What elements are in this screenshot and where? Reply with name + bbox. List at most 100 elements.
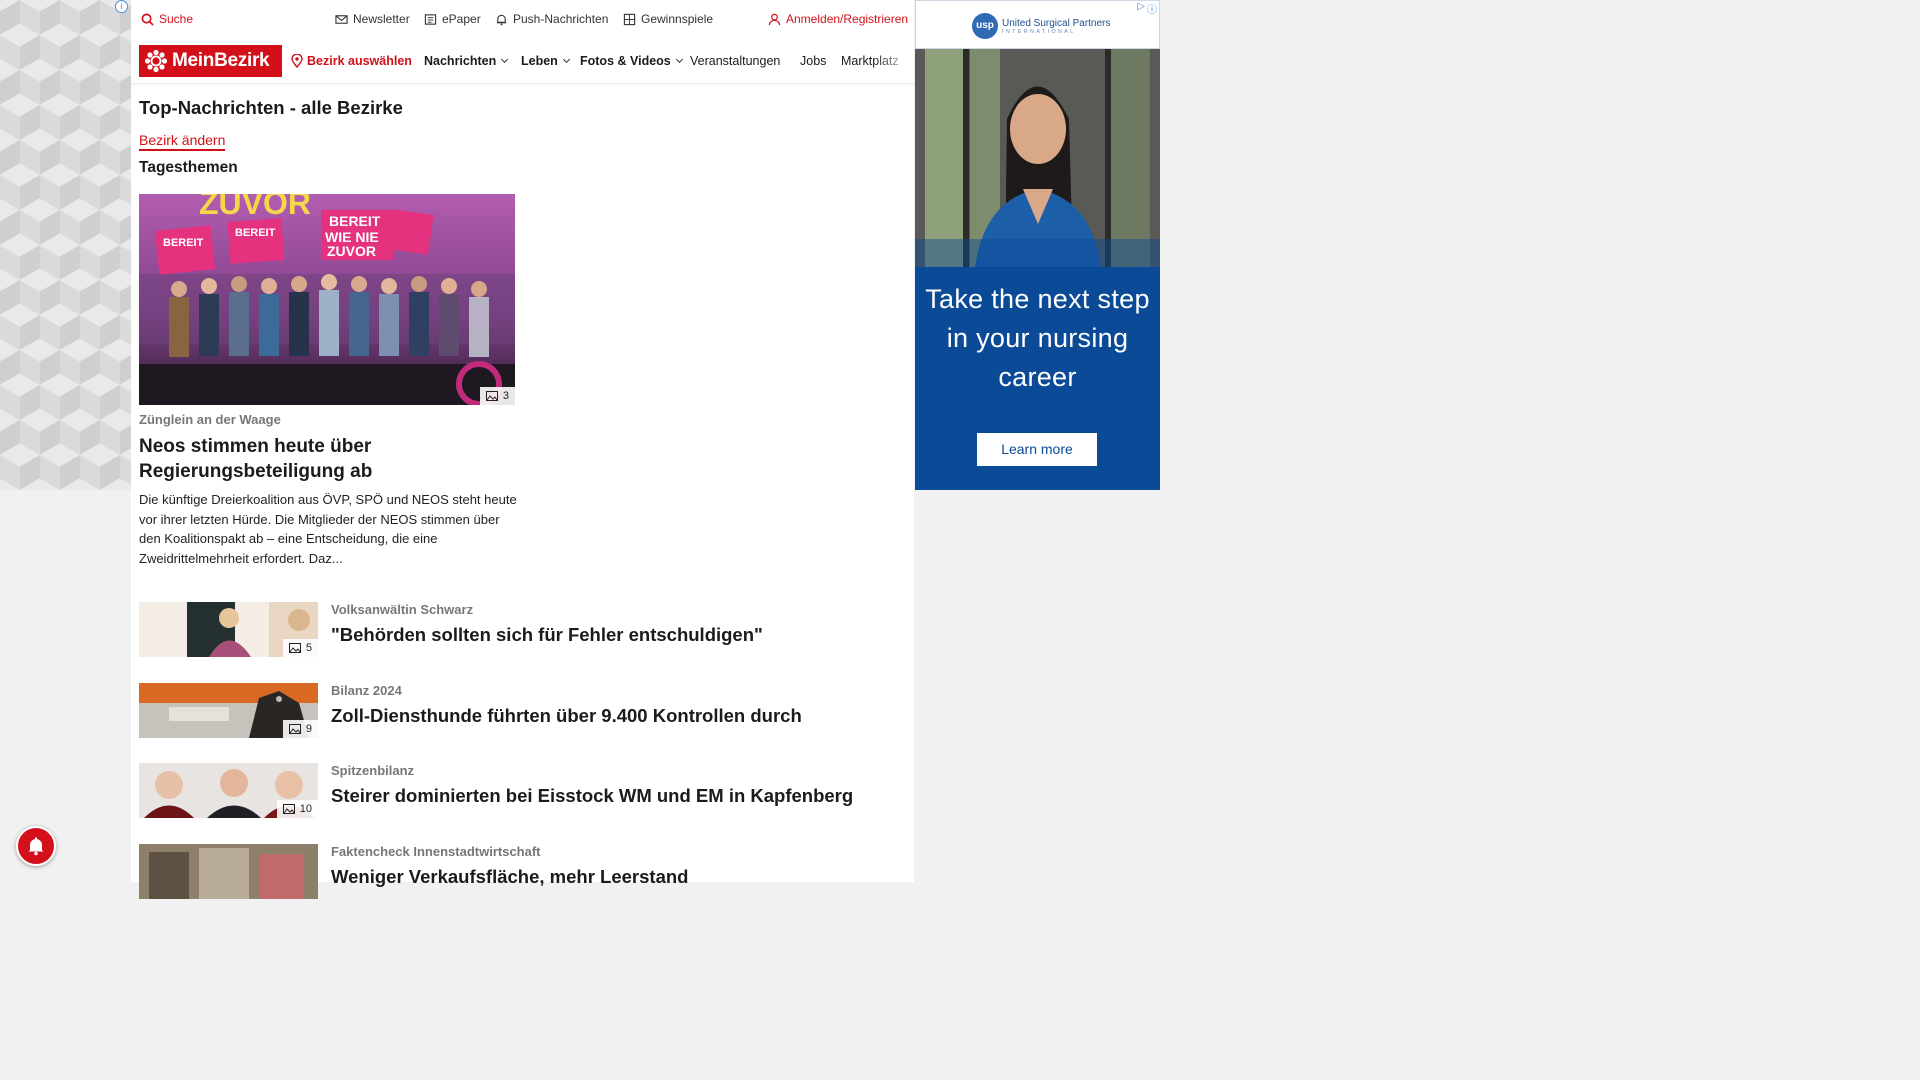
bell-outline-icon <box>496 14 507 25</box>
photo-count: 3 <box>502 390 509 402</box>
nav-events-label: Veranstaltungen <box>690 54 781 68</box>
nav-news[interactable]: Nachrichten <box>424 54 509 68</box>
hero-photo: ZUVOR BEREIT BEREIT BEREIT WIE NIE ZUVOR <box>139 194 515 405</box>
chevron-down-icon <box>675 55 683 64</box>
photo-count: 9 <box>305 723 312 735</box>
hero-teaser: Die künftige Dreierkoalition aus ÖVP, SP… <box>139 492 517 566</box>
list-item[interactable]: Faktencheck Innenstadtwirtschaft Weniger… <box>139 844 909 900</box>
hero-headline[interactable]: Neos stimmen heute über Regierungsbeteil… <box>139 434 519 484</box>
nav-events[interactable]: Veranstaltungen <box>690 54 780 68</box>
chevron-down-icon <box>562 55 570 64</box>
utility-bar: Suche Newsletter ePaper Push-Nachrichten… <box>131 0 914 38</box>
location-pin-icon <box>291 54 303 68</box>
ad-brand-sub: INTERNATIONAL <box>1002 28 1076 35</box>
hero-sign-small: BEREIT <box>163 237 204 249</box>
ad-headline: Take the next step in your nursing caree… <box>925 284 1150 392</box>
ad-info-icon[interactable]: i <box>115 0 128 13</box>
ad-brand-name: United Surgical Partners <box>1002 17 1111 29</box>
chevron-down-icon <box>501 55 509 64</box>
gift-icon <box>623 13 636 25</box>
nav-jobs[interactable]: Jobs <box>800 54 826 68</box>
image-icon <box>288 643 301 653</box>
push-link[interactable]: Push-Nachrichten <box>495 12 608 26</box>
search-link[interactable]: Suche <box>141 12 193 26</box>
push-notification-button[interactable] <box>16 826 56 866</box>
thumb-photo <box>139 844 318 899</box>
district-select[interactable]: Bezirk auswählen <box>291 54 412 68</box>
article-kicker: Volksanwältin Schwarz <box>331 602 474 617</box>
article-kicker: Spitzenbilanz <box>331 763 415 778</box>
hero-kicker: Zünglein an der Waage <box>139 412 281 427</box>
nav-life[interactable]: Leben <box>521 54 570 68</box>
photo-count: 10 <box>299 803 312 815</box>
article-headline[interactable]: Steirer dominierten bei Eisstock WM und … <box>331 785 853 807</box>
article-kicker: Bilanz 2024 <box>331 683 402 698</box>
advertisement[interactable]: usp United Surgical Partners INTERNATION… <box>915 0 1160 490</box>
article-thumbnail[interactable]: 9 <box>139 683 318 738</box>
user-icon <box>768 13 781 25</box>
ad-brand-mark: usp <box>972 13 998 39</box>
photo-count-badge: 9 <box>282 720 318 738</box>
list-item[interactable]: 5 Volksanwältin Schwarz "Behörden sollte… <box>139 602 909 658</box>
nav-news-label: Nachrichten <box>424 54 497 68</box>
search-icon <box>141 13 154 26</box>
svg-text:BEREIT: BEREIT <box>329 213 381 229</box>
logo-mark-icon <box>144 49 168 73</box>
page-title: Top-Nachrichten - alle Bezirke <box>139 97 403 118</box>
photo-count-badge: 5 <box>282 639 318 657</box>
ad-image <box>915 49 1160 267</box>
background-pattern <box>0 0 131 490</box>
ad-nurse-photo <box>915 49 1160 267</box>
district-label: Bezirk auswählen <box>307 54 412 68</box>
svg-text:ZUVOR: ZUVOR <box>327 243 376 259</box>
login-link[interactable]: Anmelden/Registrieren <box>768 12 908 26</box>
bell-icon <box>28 837 44 856</box>
main-column: Suche Newsletter ePaper Push-Nachrichten… <box>131 0 914 899</box>
article-thumbnail[interactable]: 10 <box>139 763 318 818</box>
article-headline[interactable]: "Behörden sollten sich für Fehler entsch… <box>331 624 763 646</box>
article-kicker: Faktencheck Innenstadtwirtschaft <box>331 844 541 859</box>
hero-image[interactable]: ZUVOR BEREIT BEREIT BEREIT WIE NIE ZUVOR <box>139 194 515 405</box>
image-icon <box>282 804 295 814</box>
photo-count: 5 <box>305 642 312 654</box>
ad-header: usp United Surgical Partners INTERNATION… <box>915 0 1160 49</box>
newsletter-link[interactable]: Newsletter <box>335 12 410 26</box>
ad-cta-button[interactable]: Learn more <box>977 433 1097 466</box>
newspaper-icon <box>424 13 437 25</box>
search-label: Suche <box>159 12 194 26</box>
epaper-label: ePaper <box>442 12 481 26</box>
article-thumbnail[interactable]: 5 <box>139 602 318 657</box>
contests-link[interactable]: Gewinnspiele <box>623 12 713 26</box>
photo-count-badge: 3 <box>479 387 515 405</box>
nav-jobs-label: Jobs <box>800 54 827 68</box>
change-district-link[interactable]: Bezirk ändern <box>139 132 226 151</box>
newsletter-label: Newsletter <box>353 12 410 26</box>
section-title: Tagesthemen <box>139 159 238 176</box>
list-item[interactable]: 10 Spitzenbilanz Steirer dominierten bei… <box>139 763 909 819</box>
ad-play-icon: ▷ <box>1137 1 1145 12</box>
article-thumbnail[interactable] <box>139 844 318 899</box>
main-navigation: MeinBezirk Bezirk auswählen Nachrichten … <box>131 38 914 84</box>
logo-text: MeinBezirk <box>172 50 270 71</box>
push-label: Push-Nachrichten <box>513 12 609 26</box>
nav-life-label: Leben <box>521 54 558 68</box>
ad-brand-logo: usp United Surgical Partners INTERNATION… <box>972 13 1110 39</box>
image-icon <box>485 391 498 401</box>
list-item[interactable]: 9 Bilanz 2024 Zoll-Diensthunde führten ü… <box>139 683 909 739</box>
site-logo[interactable]: MeinBezirk <box>139 45 282 77</box>
contests-label: Gewinnspiele <box>641 12 714 26</box>
ad-choices[interactable]: ▷ ⓘ <box>1137 1 1157 16</box>
image-icon <box>288 724 301 734</box>
article-headline[interactable]: Zoll-Diensthunde führten über 9.400 Kont… <box>331 705 802 727</box>
ad-info-icon: ⓘ <box>1147 5 1157 16</box>
article-headline[interactable]: Weniger Verkaufsfläche, mehr Leerstand <box>331 866 688 888</box>
svg-text:BEREIT: BEREIT <box>235 227 276 239</box>
login-label: Anmelden/Registrieren <box>786 12 909 26</box>
photo-count-badge: 10 <box>276 800 318 818</box>
mail-icon <box>335 14 348 24</box>
hero-sign-big: ZUVOR <box>199 194 311 221</box>
epaper-link[interactable]: ePaper <box>424 12 481 26</box>
nav-photos-videos[interactable]: Fotos & Videos <box>580 54 683 68</box>
nav-photos-label: Fotos & Videos <box>580 54 671 68</box>
nav-fade <box>874 48 914 76</box>
